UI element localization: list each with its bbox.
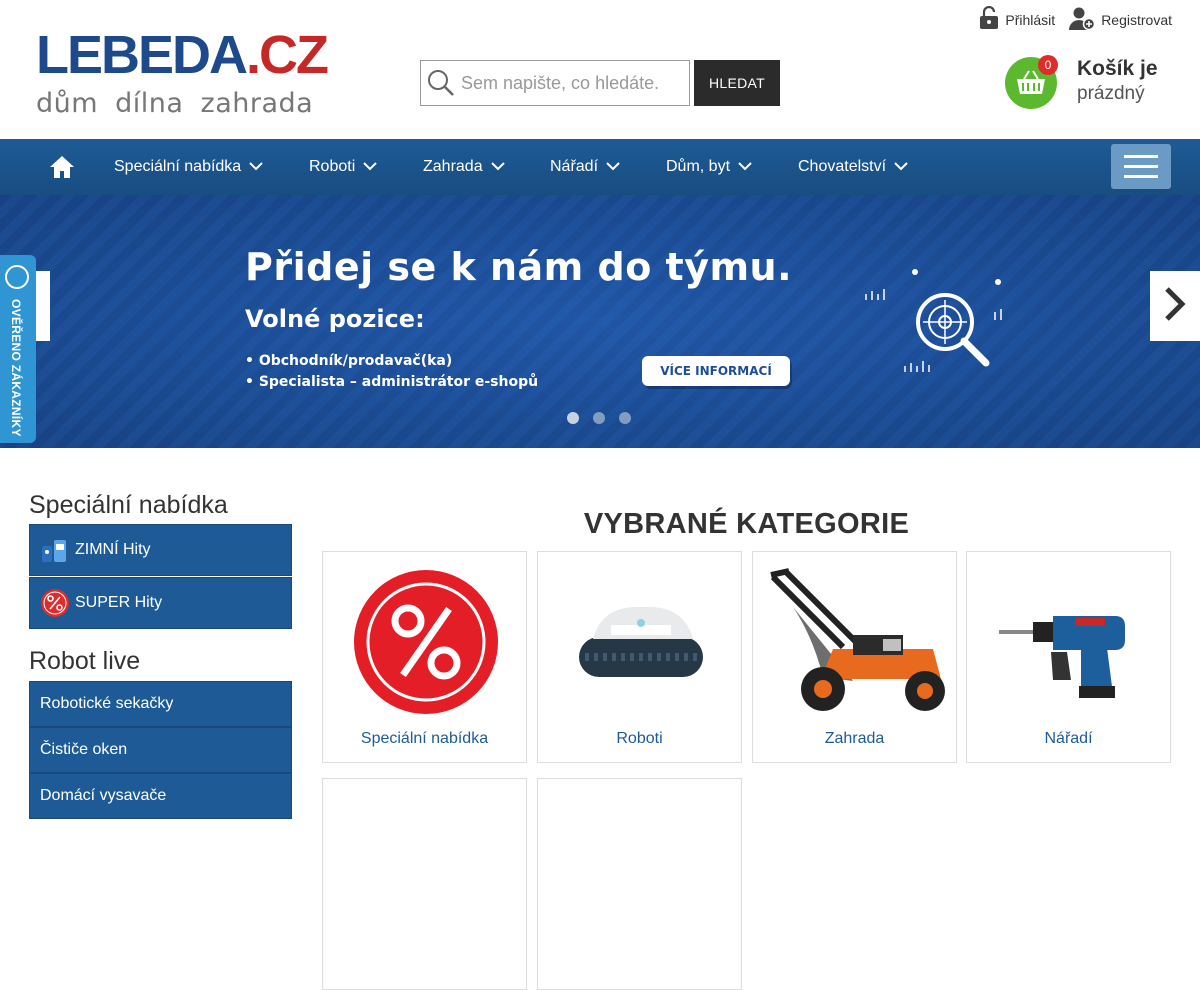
slider-dot[interactable] [619, 412, 631, 424]
banner-position: • Obchodník/prodavač(ka) [245, 353, 453, 369]
nav-label: Roboti [309, 158, 356, 175]
category-label: Speciální nabídka [360, 730, 489, 747]
category-card-zahrada[interactable]: Zahrada [752, 551, 957, 763]
sidebar-item-label: Robotické sekačky [40, 695, 174, 712]
sidebar-item-label: Domácí vysavače [40, 787, 167, 804]
pool-robot-icon [558, 567, 723, 717]
category-card[interactable] [322, 778, 527, 990]
category-label: Nářadí [1044, 730, 1093, 747]
verified-badge[interactable]: OVĚŘENO ZÁKAZNÍKY [0, 255, 36, 443]
chevron-down-icon [738, 158, 752, 176]
chevron-down-icon [249, 158, 263, 176]
sidebar-heading: Speciální nabídka [29, 491, 228, 519]
magnifier-target-icon [860, 260, 1010, 380]
sidebar-heading: Robot live [29, 647, 141, 675]
register-link[interactable]: Registrovat [1069, 6, 1172, 33]
sidebar-item-label: Čističe oken [40, 741, 128, 758]
nav-item-chovatelstvi[interactable]: Chovatelství [798, 139, 908, 195]
drill-icon [987, 567, 1152, 717]
nav-label: Nářadí [550, 158, 599, 175]
banner-positions: • Obchodník/prodavač(ka) • Specialista –… [245, 351, 538, 393]
logo[interactable]: LEBEDA.CZ dům dílna zahrada [36, 25, 329, 123]
login-label: Přihlásit [1005, 11, 1056, 28]
percent-icon [343, 567, 508, 717]
hero-banner[interactable]: Přidej se k nám do týmu. Volné pozice: •… [0, 195, 1200, 448]
category-card-specialni-nabidka[interactable]: Speciální nabídka [322, 551, 527, 763]
winter-products-icon [40, 535, 70, 565]
sidebar-item-roboticke-sekacky[interactable]: Robotické sekačky [29, 681, 292, 727]
nav-item-naradi[interactable]: Nářadí [550, 139, 620, 195]
sidebar-item-domaci-vysavace[interactable]: Domácí vysavače [29, 773, 292, 819]
search-box [420, 60, 690, 106]
add-user-icon [1069, 6, 1096, 33]
nav-label: Chovatelství [798, 158, 887, 175]
category-card[interactable] [537, 778, 742, 990]
login-link[interactable]: Přihlásit [979, 5, 1056, 33]
categories-heading: VYBRANÉ KATEGORIE [583, 508, 910, 540]
main-nav: Speciální nabídka Roboti Zahrada Nářadí … [0, 139, 1200, 195]
lock-icon [979, 5, 999, 33]
lawn-mower-icon [763, 567, 948, 717]
slider-dot[interactable] [567, 412, 579, 424]
header: LEBEDA.CZ dům dílna zahrada HLEDAT Přihl… [0, 0, 1200, 139]
nav-item-zahrada[interactable]: Zahrada [423, 139, 505, 195]
category-label: Roboti [616, 730, 663, 747]
search-input[interactable] [461, 72, 686, 94]
chevron-down-icon [606, 158, 620, 176]
more-info-button[interactable]: VÍCE INFORMACÍ [642, 356, 790, 386]
percent-icon [40, 588, 70, 618]
sidebar-item-label: ZIMNÍ Hity [75, 541, 151, 558]
category-card-naradi[interactable]: Nářadí [966, 551, 1171, 763]
category-label: Zahrada [824, 730, 885, 747]
cart-count-badge: 0 [1038, 55, 1058, 75]
logo-wordmark: LEBEDA.CZ [36, 25, 329, 85]
banner-background [0, 195, 1200, 448]
banner-subtitle: Volné pozice: [245, 305, 425, 333]
nav-item-dum-byt[interactable]: Dům, byt [666, 139, 752, 195]
sidebar-item-cistice-oken[interactable]: Čističe oken [29, 727, 292, 773]
menu-icon[interactable] [1111, 144, 1171, 189]
banner-position: • Specialista – administrátor e-shopů [245, 374, 539, 390]
slider-dots [567, 412, 631, 424]
cart-title: Košík je [1077, 57, 1158, 80]
nav-item-specialni-nabidka[interactable]: Speciální nabídka [114, 139, 263, 195]
cart-status: prázdný [1077, 83, 1145, 104]
account-links: Přihlásit Registrovat [979, 5, 1172, 33]
slider-dot[interactable] [593, 412, 605, 424]
verified-label: OVĚŘENO ZÁKAZNÍKY [9, 299, 23, 437]
nav-label: Zahrada [423, 158, 483, 175]
nav-item-roboti[interactable]: Roboti [309, 139, 377, 195]
chevron-down-icon [894, 158, 908, 176]
slider-next-button[interactable] [1150, 271, 1200, 341]
chevron-right-icon [1162, 286, 1188, 327]
home-icon[interactable] [48, 153, 76, 181]
logo-tagline: dům dílna zahrada [36, 88, 314, 119]
category-card-roboti[interactable]: Roboti [537, 551, 742, 763]
search-icon [421, 61, 461, 105]
nav-label: Dům, byt [666, 158, 731, 175]
search-button[interactable]: HLEDAT [694, 60, 780, 106]
chevron-down-icon [490, 158, 505, 176]
sidebar-item-label: SUPER Hity [75, 594, 163, 611]
cart[interactable]: 0 Košík je prázdný [1005, 55, 1185, 113]
banner-title: Přidej se k nám do týmu. [245, 245, 793, 289]
sidebar-item-super-hity[interactable]: SUPER Hity [29, 577, 292, 629]
nav-label: Speciální nabídka [114, 158, 242, 175]
seal-icon [5, 265, 29, 289]
sidebar-item-zimni-hity[interactable]: ZIMNÍ Hity [29, 524, 292, 576]
register-label: Registrovat [1101, 11, 1172, 28]
chevron-down-icon [363, 158, 377, 176]
